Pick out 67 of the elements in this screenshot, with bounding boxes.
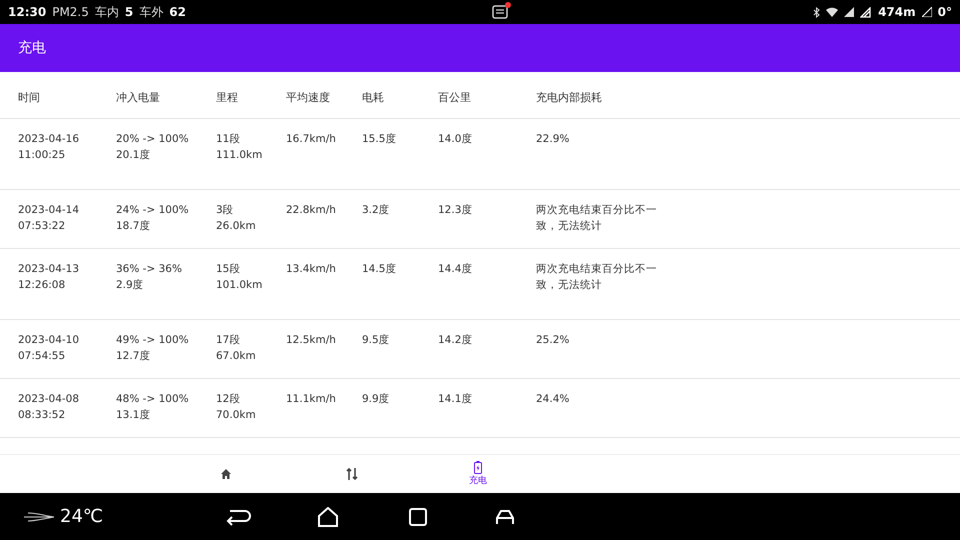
speed-cell-text: 13.4km/h xyxy=(286,262,337,277)
energy-cell-text: 3.2度 xyxy=(362,203,391,218)
notification-dot-icon xyxy=(504,2,511,8)
column-header: 里程 xyxy=(216,90,239,106)
temperature-reading: 24℃ xyxy=(60,506,104,527)
page-title: 充电 xyxy=(18,39,46,57)
range-cell-text: 15段 101.0km xyxy=(216,262,264,293)
per-100km-cell-text: 12.3度 xyxy=(438,203,474,218)
outside-label: 车外 xyxy=(139,4,164,20)
bottom-tab[interactable]: 充电 xyxy=(415,455,541,493)
per-100km-cell-text: 14.4度 xyxy=(438,262,474,277)
outside-value: 62 xyxy=(169,5,186,19)
date-time-cell-text: 2023-04-10 07:54:55 xyxy=(18,333,80,364)
altitude-reading: 474m xyxy=(878,5,916,19)
range-cell-text: 17段 67.0km xyxy=(216,333,257,364)
speed-cell-text: 11.1km/h xyxy=(286,392,337,407)
per-100km-cell-text: 14.1度 xyxy=(438,392,474,407)
range-cell-text: 3段 26.0km xyxy=(216,203,257,234)
speed-cell-text: 12.5km/h xyxy=(286,333,337,348)
column-header: 冲入电量 xyxy=(116,90,161,106)
bluetooth-icon xyxy=(813,6,820,18)
notification-icon[interactable] xyxy=(492,5,508,19)
column-header: 平均速度 xyxy=(286,90,331,106)
range-cell-text: 11段 111.0km xyxy=(216,132,264,163)
energy-cell-text: 14.5度 xyxy=(362,262,398,277)
date-time-cell-text: 2023-04-13 12:26:08 xyxy=(18,262,80,293)
air-quality-label: PM2.5 xyxy=(52,5,89,19)
loss-cell-text: 22.9% xyxy=(536,132,570,147)
charge-cell-text: 20% -> 100% 20.1度 xyxy=(116,132,190,163)
charge-cell-text: 49% -> 100% 12.7度 xyxy=(116,333,190,364)
charge-cell-text: 48% -> 100% 13.1度 xyxy=(116,392,190,423)
energy-cell-text: 9.9度 xyxy=(362,392,391,407)
per-100km-cell-text: 14.0度 xyxy=(438,132,474,147)
back-button[interactable] xyxy=(225,508,252,526)
per-100km-cell-text: 14.2度 xyxy=(438,333,474,348)
home-button[interactable] xyxy=(317,506,340,526)
recent-apps-button[interactable] xyxy=(409,508,428,526)
speed-cell-text: 16.7km/h xyxy=(286,132,337,147)
wifi-icon xyxy=(826,7,838,17)
charge-cell-text: 36% -> 36% 2.9度 xyxy=(116,262,183,293)
range-cell-text: 12段 70.0km xyxy=(216,392,257,423)
column-header: 百公里 xyxy=(438,90,472,106)
energy-cell-text: 9.5度 xyxy=(362,333,391,348)
date-time-cell-text: 2023-04-14 07:53:22 xyxy=(18,203,80,234)
battery-charge-icon xyxy=(474,461,482,474)
loss-cell-text: 24.4% xyxy=(536,392,570,407)
swap-arrows-icon xyxy=(346,467,358,481)
loss-cell-text: 两次充电结束百分比不一致，无法统计 xyxy=(536,203,658,234)
inside-value: 5 xyxy=(124,5,134,19)
date-time-cell-text: 2023-04-16 11:00:25 xyxy=(18,132,80,163)
column-header: 时间 xyxy=(18,90,41,106)
angle-reading: 0° xyxy=(938,5,952,19)
triangle-icon xyxy=(860,6,872,18)
home-icon xyxy=(220,468,232,480)
loss-cell-text: 两次充电结束百分比不一致，无法统计 xyxy=(536,262,658,293)
signal-icon xyxy=(844,7,854,17)
clock: 12:30 xyxy=(8,5,46,19)
charge-cell-text: 24% -> 100% 18.7度 xyxy=(116,203,190,234)
speed-cell-text: 22.8km/h xyxy=(286,203,337,218)
column-header: 电耗 xyxy=(362,90,385,106)
date-time-cell-text: 2023-04-08 08:33:52 xyxy=(18,392,80,423)
car-button[interactable] xyxy=(495,508,516,526)
slope-icon xyxy=(922,7,932,17)
loss-cell-text: 25.2% xyxy=(536,333,570,348)
inside-label: 车内 xyxy=(94,4,119,20)
energy-cell-text: 15.5度 xyxy=(362,132,398,147)
column-header: 充电内部损耗 xyxy=(536,90,603,106)
